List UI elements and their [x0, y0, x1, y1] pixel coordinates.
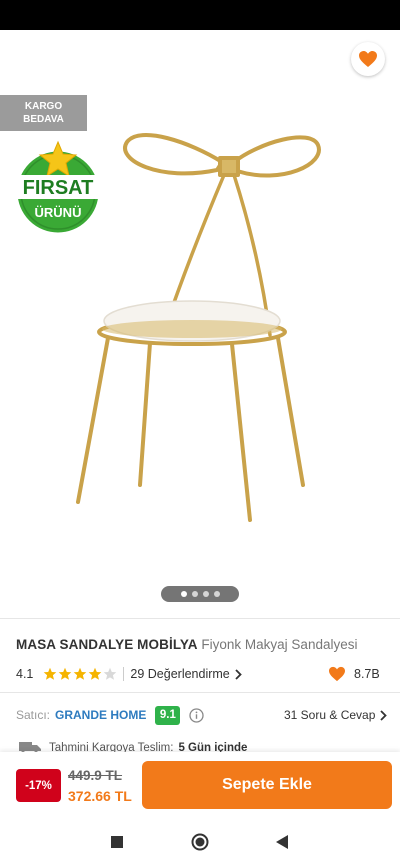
rating-row: 4.1 29 Değerlendirme [16, 664, 242, 684]
product-brand[interactable]: MASA SANDALYE MOBİLYA [16, 637, 198, 652]
heart-icon [329, 666, 345, 682]
star-icon [44, 667, 57, 680]
rating-stars [43, 667, 117, 681]
back-nav-button[interactable] [275, 834, 289, 850]
star-icon [89, 667, 102, 680]
free-shipping-badge: KARGO BEDAVA [0, 95, 87, 131]
info-icon[interactable] [189, 707, 205, 723]
share-button[interactable] [300, 44, 330, 74]
favorite-count-value: 8.7B [354, 667, 380, 681]
divider [123, 667, 125, 681]
home-button[interactable] [191, 833, 209, 851]
pager-dot[interactable] [180, 591, 187, 597]
pager-dot[interactable] [213, 591, 220, 597]
rating-value: 4.1 [16, 667, 34, 681]
discount-badge: -17% [16, 769, 61, 802]
star-icon [59, 667, 72, 680]
free-shipping-line1: KARGO [24, 101, 63, 112]
share-icon [306, 49, 324, 69]
deal-badge-line1: FIRSAT [23, 177, 94, 199]
chevron-right-icon [235, 668, 242, 680]
status-bar [0, 0, 400, 30]
system-nav-bar [0, 818, 400, 866]
new-price: 372.66 TL [68, 788, 132, 804]
product-title: MASA SANDALYE MOBİLYA Fiyonk Makyaj Sand… [16, 637, 396, 652]
divider [0, 692, 400, 693]
heart-icon [359, 51, 377, 67]
seller-score-badge: 9.1 [155, 705, 181, 725]
pager-dot[interactable] [202, 591, 209, 597]
circle-icon [191, 833, 209, 851]
favorite-count: 8.7B [328, 664, 380, 684]
questions-answers-link[interactable]: 31 Soru & Cevap [284, 706, 388, 724]
free-shipping-line2: BEDAVA [23, 114, 64, 125]
chevron-right-icon [380, 709, 388, 721]
star-icon [74, 667, 87, 680]
purchase-bar: -17% 449.9 TL 372.66 TL Sepete Ekle [0, 752, 400, 818]
deal-product-badge: FIRSAT ÜRÜNÜ [11, 140, 105, 236]
square-icon [111, 836, 123, 848]
star-icon [104, 667, 117, 680]
deal-badge-line2: ÜRÜNÜ [35, 205, 82, 220]
favorite-button[interactable] [351, 42, 385, 76]
recents-button[interactable] [110, 835, 124, 849]
reviews-link[interactable]: 29 Değerlendirme [130, 667, 242, 681]
triangle-back-icon [276, 835, 288, 849]
pager-dot[interactable] [191, 591, 198, 597]
seller-label: Satıcı: [16, 708, 51, 722]
add-to-cart-button[interactable]: Sepete Ekle [142, 761, 392, 809]
seller-name-link[interactable]: GRANDE HOME [55, 708, 146, 722]
gallery-pager[interactable] [161, 586, 239, 602]
questions-answers-label: 31 Soru & Cevap [284, 708, 376, 722]
product-name: Fiyonk Makyaj Sandalyesi [201, 637, 358, 652]
reviews-link-label: 29 Değerlendirme [130, 667, 230, 681]
divider [0, 618, 400, 619]
old-price: 449.9 TL [68, 768, 123, 783]
back-button[interactable] [14, 46, 44, 72]
seller-row: Satıcı: GRANDE HOME 9.1 [16, 705, 205, 725]
arrow-left-icon [19, 50, 39, 68]
